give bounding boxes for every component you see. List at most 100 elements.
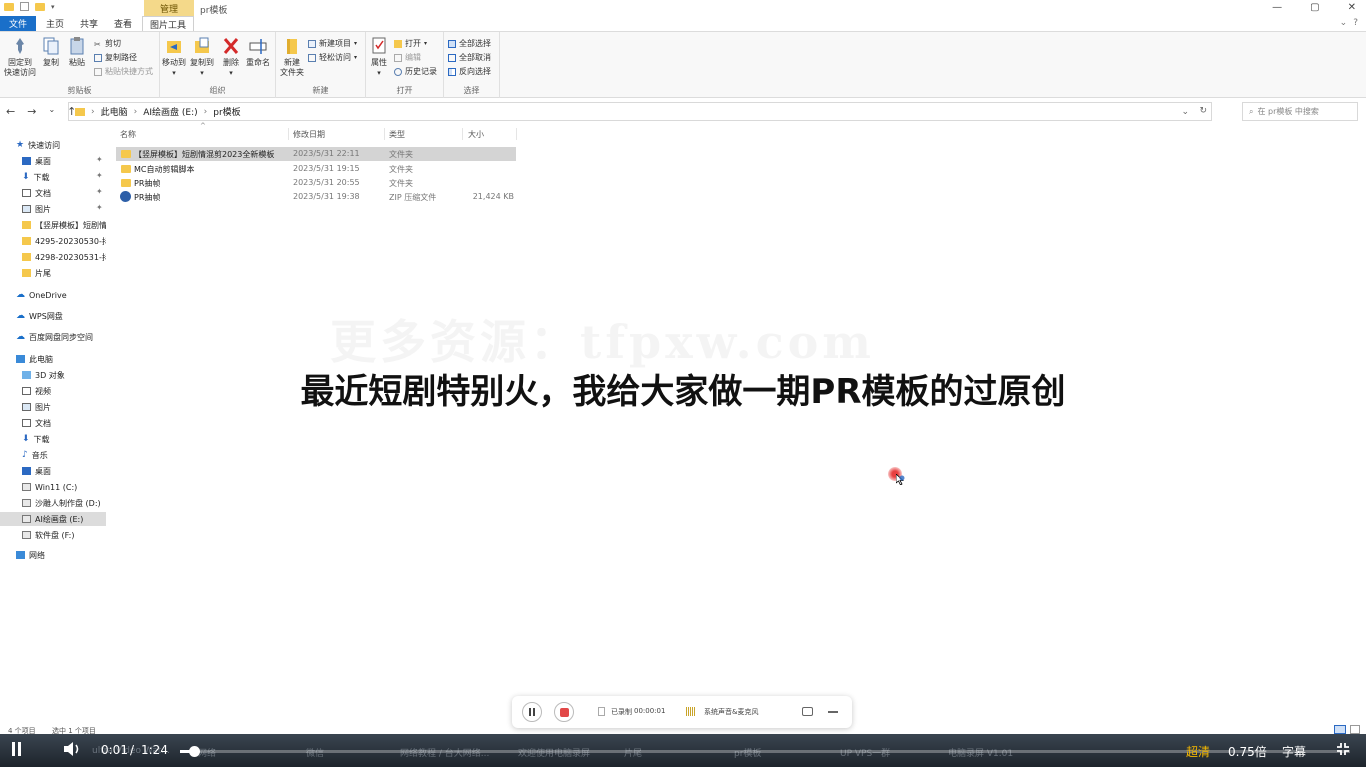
column-divider[interactable] (462, 128, 463, 140)
tab-view[interactable]: 查看 (108, 16, 138, 31)
nav-drive-e[interactable]: AI绘画盘 (E:) (0, 512, 106, 526)
stop-button[interactable] (554, 702, 574, 722)
new-item-button[interactable]: 新建项目 ▾ (308, 38, 357, 49)
nav-item-documents[interactable]: 文档 (22, 186, 128, 200)
audio-source-label[interactable]: 系统声音&麦克风 (704, 707, 758, 717)
invert-selection-button[interactable]: 反向选择 (448, 66, 491, 77)
speed-selector[interactable]: 0.75倍 (1228, 743, 1267, 760)
nav-drive-d[interactable]: 沙雕人制作盘 (D:) (22, 496, 128, 510)
column-divider[interactable] (384, 128, 385, 140)
paste-shortcut-button[interactable]: 粘贴快捷方式 (94, 66, 153, 77)
nav-drive-c[interactable]: Win11 (C:) (22, 480, 128, 494)
table-row[interactable]: PR抽帧 2023/5/31 19:38 ZIP 压缩文件 21,424 KB (116, 190, 516, 204)
column-header-type[interactable]: 类型 (389, 126, 405, 142)
copy-button[interactable]: 复制 (42, 36, 60, 68)
open-button[interactable]: 打开 ▾ (394, 38, 427, 49)
quality-selector[interactable]: 超清 (1186, 743, 1210, 760)
caption-button[interactable]: 字幕 (1282, 743, 1306, 760)
table-row[interactable]: PR抽帧 2023/5/31 20:55 文件夹 (116, 176, 516, 190)
cut-button[interactable]: ✂ 剪切 (94, 38, 121, 49)
nav-item-desktop[interactable]: 桌面 (22, 154, 128, 168)
nav-item-folder[interactable]: 片尾 (22, 266, 106, 280)
refresh-icon[interactable]: ↻ (1199, 106, 1207, 116)
chevron-right-icon[interactable]: › (91, 107, 95, 117)
thumbnail-view-icon[interactable] (1350, 725, 1360, 734)
progress-bar[interactable] (180, 746, 1350, 757)
properties-button[interactable]: 属性 ▾ (370, 36, 388, 78)
tab-picture-tools[interactable]: 图片工具 (142, 16, 194, 31)
column-divider[interactable] (288, 128, 289, 140)
minimize-icon[interactable] (828, 711, 838, 713)
column-header-date[interactable]: 修改日期 (293, 126, 325, 142)
tab-file[interactable]: 文件 (0, 16, 36, 31)
rename-button[interactable]: 重命名 (246, 36, 270, 68)
column-header-size[interactable]: 大小 (468, 126, 484, 142)
chevron-down-icon[interactable]: ⌄ (1181, 107, 1189, 117)
history-button[interactable]: 历史记录 (394, 66, 437, 77)
nav-drive-f[interactable]: 软件盘 (F:) (22, 528, 128, 542)
nav-item-music[interactable]: ♪ 音乐 (22, 448, 128, 462)
minimize-icon[interactable]: — (1272, 2, 1282, 13)
pin-icon[interactable]: ✦ (96, 155, 103, 164)
nav-item-folder[interactable]: 4298-20230531-抖 (22, 250, 106, 264)
table-row[interactable]: MC自动剪辑脚本 2023/5/31 19:15 文件夹 (116, 162, 516, 176)
pin-icon[interactable]: ✦ (96, 187, 103, 196)
pin-icon[interactable]: ✦ (96, 203, 103, 212)
paste-button[interactable]: 粘贴 (68, 36, 86, 68)
pin-icon[interactable]: ✦ (96, 171, 103, 180)
table-row[interactable]: 【竖屏模板】短剧情混剪2023全新模板 2023/5/31 22:11 文件夹 (116, 147, 516, 161)
play-pause-button[interactable] (12, 742, 21, 759)
back-arrow-icon[interactable]: ← (6, 105, 15, 118)
column-divider[interactable] (516, 128, 517, 140)
nav-onedrive[interactable]: ☁ OneDrive (16, 288, 122, 302)
select-none-button[interactable]: 全部取消 (448, 52, 491, 63)
edit-button[interactable]: 编辑 (394, 52, 421, 63)
tab-home[interactable]: 主页 (40, 16, 70, 31)
nav-item-folder[interactable]: 4295-20230530-抖 (22, 234, 106, 248)
chevron-down-icon[interactable]: ▾ (51, 3, 55, 11)
delete-button[interactable]: 删除 ▾ (222, 36, 240, 78)
forward-arrow-icon[interactable]: → (27, 105, 36, 118)
breadcrumb-drive-e[interactable]: AI绘画盘 (E:) (143, 105, 197, 118)
nav-buttons: ← → ⌄ ↑ (6, 105, 76, 118)
select-all-button[interactable]: 全部选择 (448, 38, 491, 49)
chevron-down-icon[interactable]: ⌄ (1340, 18, 1348, 28)
close-icon[interactable]: ✕ (1348, 2, 1356, 13)
details-view-icon[interactable] (1334, 725, 1346, 734)
nav-network[interactable]: 网络 (16, 548, 122, 562)
search-input[interactable]: ⌕ 在 pr模板 中搜索 (1242, 102, 1358, 121)
move-to-button[interactable]: 移动到 ▾ (162, 36, 186, 78)
column-header-name[interactable]: 名称 (120, 126, 136, 142)
nav-item-folder[interactable]: 【竖屏模板】短剧情 (22, 218, 106, 232)
nav-item-downloads[interactable]: ⬇ 下载 (22, 170, 128, 184)
easy-access-button[interactable]: 轻松访问 ▾ (308, 52, 357, 63)
folder-icon[interactable] (35, 2, 45, 11)
fullscreen-button[interactable] (1336, 742, 1350, 759)
pin-quick-access-button[interactable]: 固定到 快速访问 (4, 36, 36, 78)
new-folder-button[interactable]: 新建 文件夹 (280, 36, 304, 78)
breadcrumb-this-pc[interactable]: 此电脑 (101, 105, 128, 118)
context-tab-manage[interactable]: 管理 (144, 0, 194, 16)
nav-baidu[interactable]: ☁ 百度网盘同步空间 (16, 330, 122, 344)
volume-button[interactable] (62, 740, 82, 761)
progress-knob[interactable] (189, 746, 201, 757)
pause-button[interactable] (522, 702, 542, 722)
nav-quick-access[interactable]: ★ 快速访问 (16, 138, 122, 152)
copy-path-button[interactable]: 复制路径 (94, 52, 137, 63)
help-icon[interactable]: ? (1353, 18, 1358, 28)
chevron-down-icon[interactable]: ⌄ (48, 105, 55, 118)
path-box[interactable]: › 此电脑 › AI绘画盘 (E:) › pr模板 ⌄ ↻ (68, 102, 1212, 121)
camera-icon[interactable] (802, 707, 813, 716)
chevron-right-icon[interactable]: › (204, 107, 208, 117)
breadcrumb-pr-templates[interactable]: pr模板 (213, 105, 240, 118)
maximize-icon[interactable]: ▢ (1310, 2, 1319, 13)
nav-item-pictures[interactable]: 图片 (22, 202, 128, 216)
nav-wps[interactable]: ☁ WPS网盘 (16, 309, 122, 323)
nav-item-desktop[interactable]: 桌面 (22, 464, 128, 478)
nav-item-documents[interactable]: 文档 (22, 416, 128, 430)
tab-share[interactable]: 共享 (74, 16, 104, 31)
copy-to-button[interactable]: 复制到 ▾ (190, 36, 214, 78)
nav-item-downloads[interactable]: ⬇ 下载 (22, 432, 128, 446)
chevron-right-icon[interactable]: › (134, 107, 138, 117)
checkbox-icon[interactable] (20, 2, 29, 11)
